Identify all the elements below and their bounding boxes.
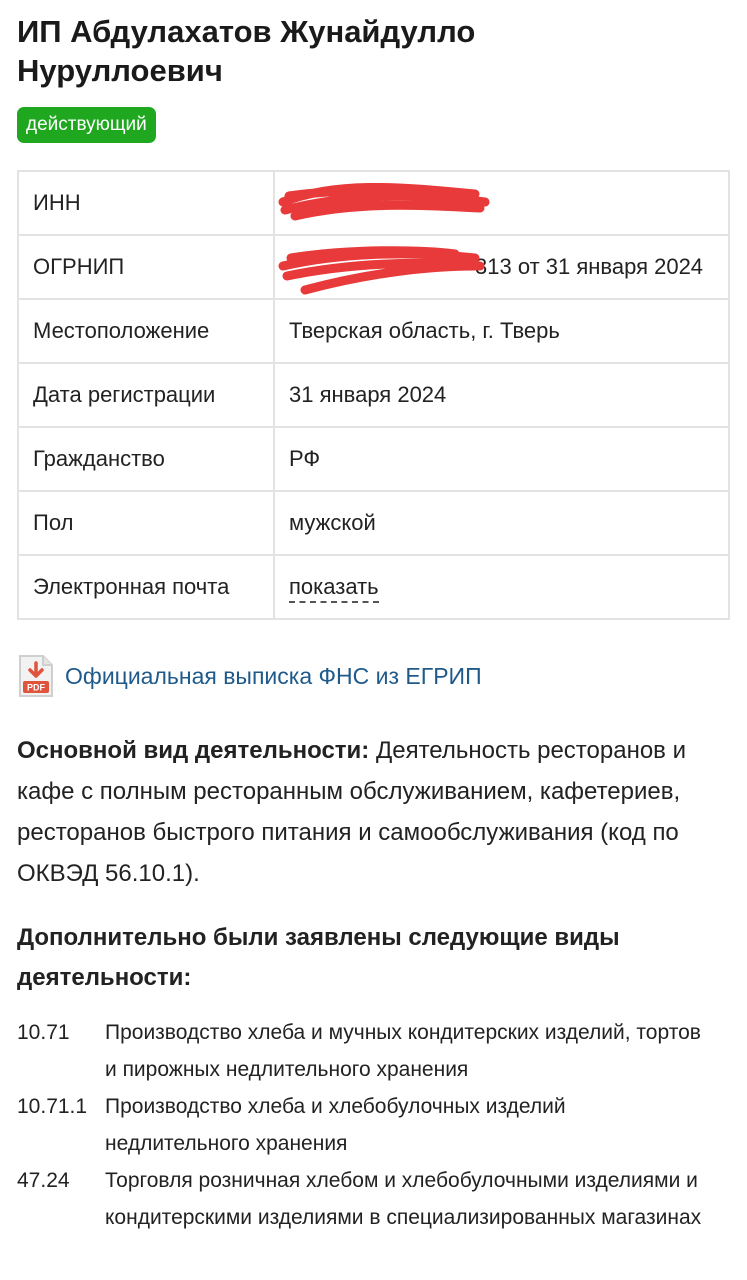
table-row: Дата регистрации 31 января 2024	[17, 362, 730, 428]
activity-code: 47.24	[17, 1169, 70, 1192]
list-item: 10.71.1 Производство хлеба и хлебобулочн…	[17, 1088, 730, 1162]
registration-date-label: Дата регистрации	[17, 362, 275, 428]
show-email-link[interactable]: показать	[289, 574, 379, 603]
fns-extract-label[interactable]: Официальная выписка ФНС из ЕГРИП	[65, 663, 482, 690]
gender-label: Пол	[17, 490, 275, 556]
inn-value	[273, 170, 730, 236]
table-row: Электронная почта показать	[17, 554, 730, 620]
citizenship-value: РФ	[273, 426, 730, 492]
main-activity-label: Основной вид деятельности:	[17, 737, 370, 764]
email-label: Электронная почта	[17, 554, 275, 620]
registration-date-value: 31 января 2024	[273, 362, 730, 428]
activity-name: Торговля розничная хлебом и хлебобулочны…	[105, 1169, 702, 1229]
location-label: Местоположение	[17, 298, 275, 364]
svg-text:PDF: PDF	[27, 683, 46, 693]
list-item: 47.24 Торговля розничная хлебом и хлебоб…	[17, 1162, 730, 1236]
additional-activities-heading: Дополнительно были заявлены следующие ви…	[17, 924, 620, 991]
inn-label: ИНН	[17, 170, 275, 236]
gender-value: мужской	[273, 490, 730, 556]
pdf-icon: PDF	[19, 655, 53, 697]
redaction-scribble	[278, 182, 490, 221]
location-value: Тверская область, г. Тверь	[273, 298, 730, 364]
info-table: ИНН ОГРНИП 313 от 31 января 2024 Местопо…	[17, 170, 730, 620]
activity-name: Производство хлеба и хлебобулочных издел…	[105, 1095, 566, 1155]
activity-code: 10.71	[17, 1021, 70, 1044]
ogrnip-value: 313 от 31 января 2024	[273, 234, 730, 300]
table-row: ОГРНИП 313 от 31 января 2024	[17, 234, 730, 300]
status-badge: действующий	[17, 107, 156, 143]
page-title: ИП Абдулахатов Жунайдулло Нуруллоевич	[17, 14, 476, 88]
citizenship-label: Гражданство	[17, 426, 275, 492]
activity-name: Производство хлеба и мучных кондитерских…	[105, 1021, 701, 1081]
table-row: ИНН	[17, 170, 730, 236]
fns-extract-link[interactable]: PDF Официальная выписка ФНС из ЕГРИП	[17, 654, 730, 698]
table-row: Гражданство РФ	[17, 426, 730, 492]
ogrnip-label: ОГРНИП	[17, 234, 275, 300]
additional-activities-list: 10.71 Производство хлеба и мучных кондит…	[17, 1014, 730, 1236]
list-item: 10.71 Производство хлеба и мучных кондит…	[17, 1014, 730, 1088]
main-activity: Основной вид деятельности: Деятельность …	[17, 730, 722, 894]
table-row: Пол мужской	[17, 490, 730, 556]
table-row: Местоположение Тверская область, г. Твер…	[17, 298, 730, 364]
activity-code: 10.71.1	[17, 1095, 88, 1118]
